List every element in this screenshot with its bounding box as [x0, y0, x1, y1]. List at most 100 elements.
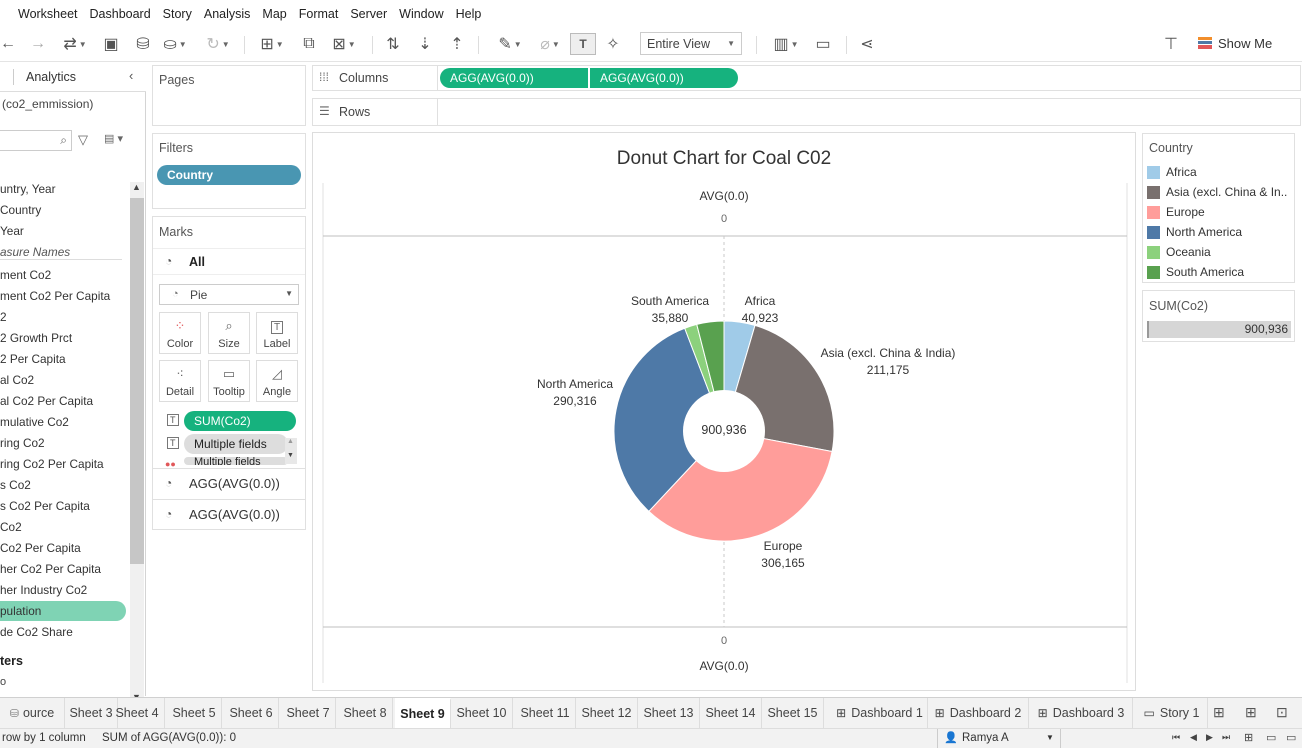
field-item[interactable]: ring Co2	[0, 436, 45, 450]
field-item[interactable]: ring Co2 Per Capita	[0, 457, 104, 471]
tab-dashboard-3[interactable]: ⊞ Dashboard 3	[1030, 698, 1133, 728]
field-item[interactable]: pulation	[0, 601, 126, 621]
color-legend[interactable]: Country Africa Asia (excl. China & In.. Eu…	[1142, 133, 1295, 283]
field-item[interactable]: Co2	[0, 520, 22, 534]
tooltip-button[interactable]: ▭ Tooltip	[208, 360, 250, 402]
cards-icon[interactable]: ▥ ▼	[768, 33, 804, 55]
pin-icon[interactable]: ✧	[602, 33, 624, 55]
tab-story-1[interactable]: ▭ Story 1	[1136, 698, 1208, 728]
menu-dashboard[interactable]: Dashboard	[84, 7, 157, 21]
first-sheet-icon[interactable]: ⏮	[1172, 732, 1180, 743]
tab-sheet-6[interactable]: Sheet 6	[224, 698, 279, 728]
new-worksheet-icon[interactable]: ⊞	[1213, 704, 1225, 721]
tab-sheet-5[interactable]: Sheet 5	[167, 698, 222, 728]
redo-icon[interactable]: →	[28, 33, 48, 55]
new-worksheet-icon[interactable]: ⊞ ▼	[254, 33, 290, 55]
highlight-icon[interactable]: ✎ ▼	[492, 33, 528, 55]
new-dashboard-icon[interactable]: ⊞	[1245, 704, 1257, 721]
tab-sheet-8[interactable]: Sheet 8	[338, 698, 393, 728]
scroll-up-icon[interactable]: ▲	[132, 182, 141, 192]
tab-sheet-12[interactable]: Sheet 12	[576, 698, 638, 728]
replay-icon[interactable]: ⇄ ▼	[58, 33, 92, 55]
user-menu[interactable]: 👤 Ramya A ▼	[937, 729, 1061, 748]
pill-sum-co2[interactable]: SUM(Co2)	[184, 411, 296, 431]
column-pill-2[interactable]: AGG(AVG(0.0))	[590, 68, 738, 88]
ask-data-icon[interactable]: ⊤	[1160, 33, 1182, 55]
field-item[interactable]: 2 Per Capita	[0, 352, 66, 366]
pause-updates-icon[interactable]: ⛀ ▼	[162, 33, 188, 55]
sort-asc-icon[interactable]: ⇣	[414, 33, 436, 55]
duplicate-icon[interactable]: ⧉	[298, 33, 320, 55]
columns-shelf[interactable]: ⁞⁞⁞ Columns AGG(AVG(0.0)) AGG(AVG(0.0))	[312, 65, 1301, 91]
pill-multiple-fields[interactable]: Multiple fields	[184, 434, 288, 454]
menu-window[interactable]: Window	[393, 7, 449, 21]
view-options-icon[interactable]: ▤ ▾	[104, 132, 123, 145]
field-item[interactable]: s Co2	[0, 478, 31, 492]
menu-help[interactable]: Help	[450, 7, 488, 21]
tab-dashboard-1[interactable]: ⊞ Dashboard 1	[832, 698, 928, 728]
tab-ource[interactable]: ⛁ ource	[0, 698, 65, 728]
marks-card[interactable]: Marks ◔ All ◔ Pie ▼ ⁘ Color ⌕ Size T Label …	[152, 216, 306, 530]
swap-icon[interactable]: ⇅	[382, 33, 404, 55]
field-item[interactable]: al Co2 Per Capita	[0, 394, 93, 408]
scroll-up-icon[interactable]: ▲	[287, 438, 294, 445]
tab-sheet-14[interactable]: Sheet 14	[700, 698, 762, 728]
tab-dashboard-2[interactable]: ⊞ Dashboard 2	[928, 698, 1029, 728]
mark-type-dropdown[interactable]: ◔ Pie ▼	[159, 284, 299, 305]
marks-all-layer[interactable]: ◔ All	[153, 248, 305, 275]
legend-item[interactable]: Asia (excl. China & In..	[1147, 183, 1287, 201]
parameter-item[interactable]: o	[0, 676, 6, 688]
legend-item[interactable]: Oceania	[1147, 243, 1211, 261]
show-filmstrip-icon[interactable]: ▭	[1266, 731, 1276, 744]
field-item[interactable]: 2 Growth Prct	[0, 331, 72, 345]
prev-sheet-icon[interactable]: ◀	[1190, 732, 1197, 743]
next-sheet-icon[interactable]: ▶	[1206, 732, 1213, 743]
marks-scrollbar[interactable]: ▲ ▼	[285, 438, 297, 464]
field-item[interactable]: asure Names	[0, 245, 122, 260]
legend-item[interactable]: South America	[1147, 263, 1244, 281]
refresh-icon[interactable]: ↻ ▼	[200, 33, 236, 55]
show-labels-icon[interactable]: T	[570, 33, 596, 55]
group-icon[interactable]: ⌀ ▼	[532, 33, 568, 55]
field-item[interactable]: Year	[0, 224, 24, 238]
menu-server[interactable]: Server	[344, 7, 393, 21]
show-me-button[interactable]: Show Me	[1198, 32, 1272, 54]
tab-sheet-13[interactable]: Sheet 13	[638, 698, 700, 728]
tab-sheet-15[interactable]: Sheet 15	[762, 698, 824, 728]
field-item[interactable]: her Industry Co2	[0, 583, 87, 597]
color-button[interactable]: ⁘ Color	[159, 312, 201, 354]
legend-item[interactable]: Europe	[1147, 203, 1205, 221]
legend-item[interactable]: Africa	[1147, 163, 1197, 181]
field-item[interactable]: her Co2 Per Capita	[0, 562, 101, 576]
tab-sheet-10[interactable]: Sheet 10	[451, 698, 513, 728]
new-datasource-icon[interactable]: ⛁	[132, 33, 154, 55]
save-icon[interactable]: ▣	[100, 33, 122, 55]
column-pill-1[interactable]: AGG(AVG(0.0))	[440, 68, 588, 88]
sort-desc-icon[interactable]: ⇡	[446, 33, 468, 55]
show-sheet-sorter-icon[interactable]: ⊞	[1244, 731, 1253, 744]
field-item[interactable]: s Co2 Per Capita	[0, 499, 90, 513]
tab-sheet-9[interactable]: Sheet 9	[395, 698, 451, 728]
collapse-icon[interactable]: ‹	[129, 68, 133, 83]
menu-story[interactable]: Story	[157, 7, 198, 21]
field-item[interactable]: al Co2	[0, 373, 34, 387]
rows-shelf[interactable]: ☰ Rows	[312, 98, 1301, 126]
field-item[interactable]: Country	[0, 203, 41, 217]
legend-item[interactable]: North America	[1147, 223, 1242, 241]
last-sheet-icon[interactable]: ⏭	[1222, 732, 1230, 743]
show-tabs-icon[interactable]: ▭	[1286, 731, 1296, 744]
tab-sheet-11[interactable]: Sheet 11	[515, 698, 576, 728]
presentation-icon[interactable]: ▭	[812, 33, 834, 55]
filter-icon[interactable]: ▽	[78, 132, 88, 148]
angle-button[interactable]: ◿ Angle	[256, 360, 298, 402]
menu-analysis[interactable]: Analysis	[198, 7, 257, 21]
new-story-icon[interactable]: ⊡	[1276, 704, 1288, 721]
scrollbar[interactable]: ▲ ▼	[130, 182, 144, 706]
marks-layer-1[interactable]: ◔ AGG(AVG(0.0))	[153, 468, 305, 498]
pill-multiple-fields-2[interactable]: Multiple fields	[184, 457, 288, 465]
fit-dropdown[interactable]: Entire View ▼	[640, 32, 742, 55]
marks-layer-2[interactable]: ◔ AGG(AVG(0.0))	[153, 499, 305, 529]
field-item[interactable]: 2	[0, 310, 7, 324]
label-button[interactable]: T Label	[256, 312, 298, 354]
menu-map[interactable]: Map	[256, 7, 292, 21]
